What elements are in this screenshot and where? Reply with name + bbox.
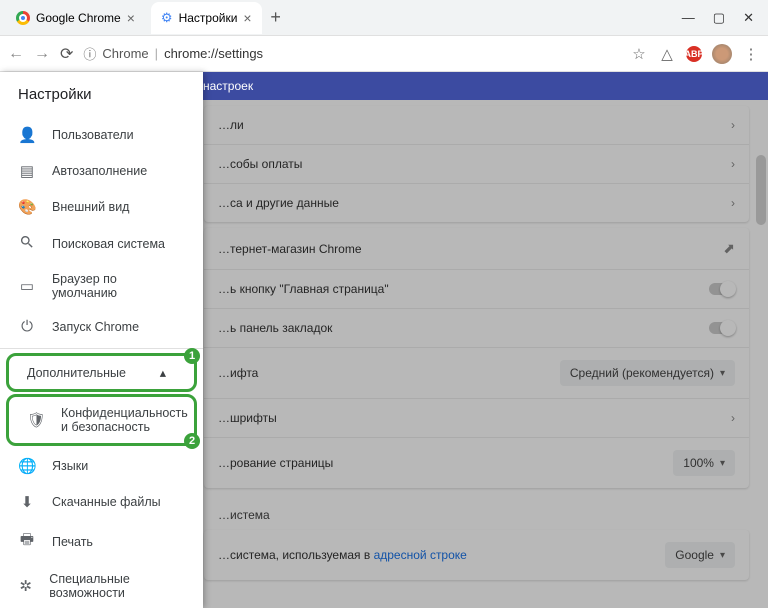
titlebar: Google Chrome × ⚙ Настройки × + — ▢ ✕ — [0, 0, 768, 36]
accessibility-icon: ✲ — [18, 577, 33, 595]
person-icon: 👤 — [18, 126, 36, 144]
sidebar-item-search[interactable]: Поисковая система — [0, 225, 203, 263]
back-button[interactable]: ← — [8, 45, 24, 63]
annotation-highlight-2: 🛡Конфиденциальность и безопасность 2 — [6, 394, 197, 446]
close-icon[interactable]: × — [127, 10, 135, 26]
window-maximize[interactable]: ▢ — [713, 10, 725, 26]
annotation-badge: 1 — [184, 348, 200, 364]
star-icon[interactable]: ☆ — [630, 45, 648, 63]
search-icon — [18, 234, 36, 254]
reload-button[interactable]: ⟳ — [60, 44, 73, 64]
extension-triangle-icon[interactable]: △ — [658, 45, 676, 63]
globe-icon: 🌐 — [18, 457, 36, 475]
palette-icon: 🎨 — [18, 198, 36, 216]
search-placeholder: настроек — [203, 79, 253, 93]
tab-label: Google Chrome — [36, 11, 121, 25]
sidebar-item-autofill[interactable]: ▤Автозаполнение — [0, 153, 203, 189]
forward-button: → — [34, 45, 50, 63]
sidebar-item-appearance[interactable]: 🎨Внешний вид — [0, 189, 203, 225]
browser-icon: ▭ — [18, 277, 36, 295]
power-icon: ⏻ — [18, 318, 36, 335]
sidebar-item-default-browser[interactable]: ▭Браузер по умолчанию — [0, 263, 203, 309]
address-bar[interactable]: ⓘ Chrome | chrome://settings — [83, 44, 263, 63]
sidebar-item-advanced[interactable]: Дополнительные ▴ — [9, 356, 194, 389]
tab-google-chrome[interactable]: Google Chrome × — [6, 2, 145, 34]
new-tab-button[interactable]: + — [262, 7, 290, 28]
scrollbar[interactable] — [756, 155, 766, 225]
chrome-icon — [16, 11, 30, 25]
shield-icon: 🛡 — [27, 411, 45, 429]
address-path: chrome://settings — [164, 46, 263, 61]
sidebar-item-languages[interactable]: 🌐Языки — [0, 448, 203, 484]
tab-settings[interactable]: ⚙ Настройки × — [151, 2, 262, 34]
address-host: Chrome — [102, 46, 148, 61]
annotation-badge: 2 — [184, 433, 200, 449]
settings-sidebar: Настройки 👤Пользователи ▤Автозаполнение … — [0, 72, 203, 608]
sidebar-item-accessibility[interactable]: ✲Специальные возможности — [0, 563, 203, 608]
info-icon: ⓘ — [83, 44, 96, 63]
window-minimize[interactable]: — — [682, 10, 695, 26]
sidebar-item-users[interactable]: 👤Пользователи — [0, 117, 203, 153]
sidebar-title: Настройки — [0, 72, 203, 117]
menu-icon[interactable]: ⋮ — [742, 45, 760, 63]
abp-extension-icon[interactable]: ABP — [686, 46, 702, 62]
toolbar: ← → ⟳ ⓘ Chrome | chrome://settings ☆ △ A… — [0, 36, 768, 72]
sidebar-item-startup[interactable]: ⏻Запуск Chrome — [0, 309, 203, 344]
close-icon[interactable]: × — [243, 10, 251, 26]
chevron-up-icon: ▴ — [160, 365, 166, 380]
tab-label: Настройки — [179, 11, 238, 25]
autofill-icon: ▤ — [18, 162, 36, 180]
window-close[interactable]: ✕ — [743, 10, 754, 26]
sidebar-item-privacy[interactable]: 🛡Конфиденциальность и безопасность — [9, 397, 194, 443]
gear-icon: ⚙ — [161, 10, 173, 26]
sidebar-item-downloads[interactable]: ⬇Скачанные файлы — [0, 484, 203, 520]
profile-avatar[interactable] — [712, 44, 732, 64]
print-icon: 🖶 — [18, 529, 36, 554]
sidebar-item-print[interactable]: 🖶Печать — [0, 520, 203, 563]
download-icon: ⬇ — [18, 493, 36, 511]
annotation-highlight-1: Дополнительные ▴ 1 — [6, 353, 197, 392]
